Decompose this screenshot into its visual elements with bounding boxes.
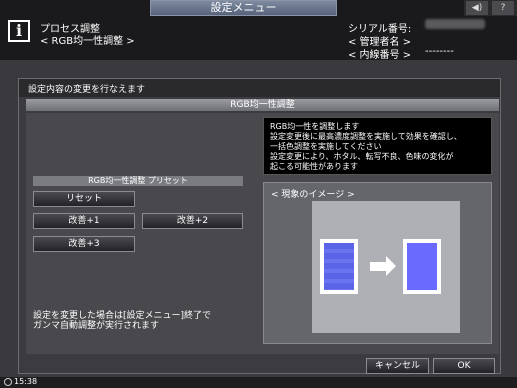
- extension-number-value: --------: [425, 46, 454, 57]
- improve-3-button[interactable]: 改善+3: [33, 236, 135, 252]
- image-panel-title: < 現象のイメージ >: [271, 190, 355, 200]
- arrow-right-icon-head: [386, 256, 396, 276]
- help-icon[interactable]: ?: [492, 1, 514, 15]
- before-image-banded: [324, 243, 354, 290]
- info-icon: i: [8, 20, 30, 42]
- speaker-icon[interactable]: ◀): [466, 1, 488, 15]
- clock-time: 15:38: [14, 377, 38, 386]
- description-line: 起こる可能性があります: [270, 162, 358, 171]
- section-header: RGB均一性調整: [26, 99, 499, 111]
- dialog-title: 設定内容の変更を行なえます: [28, 85, 146, 95]
- improve-1-button[interactable]: 改善+1: [33, 213, 135, 229]
- settings-menu-tab[interactable]: 設定メニュー: [150, 0, 337, 16]
- bottom-status-bar: [0, 377, 517, 388]
- cancel-button[interactable]: キャンセル: [366, 358, 429, 374]
- ok-button[interactable]: OK: [433, 358, 495, 374]
- clock-icon: [4, 378, 12, 386]
- status-icons: ◀) ?: [464, 0, 517, 16]
- note-line-2: ガンマ自動調整が実行されます: [33, 321, 160, 331]
- after-image-uniform: [407, 243, 437, 290]
- improve-2-button[interactable]: 改善+2: [142, 213, 243, 229]
- breadcrumb-rgb-uniformity: < RGB均一性調整 >: [40, 36, 135, 47]
- extension-number-label: < 内線番号 >: [348, 50, 412, 61]
- arrow-right-icon: [370, 262, 386, 271]
- serial-number-value-blurred: [425, 19, 485, 29]
- reset-button[interactable]: リセット: [33, 191, 135, 207]
- description-box: RGB均一性を調整します 設定変更後に最高濃度調整を実施して効果を確認し、 一括…: [263, 117, 492, 175]
- preset-header: RGB均一性調整 プリセット: [33, 176, 243, 186]
